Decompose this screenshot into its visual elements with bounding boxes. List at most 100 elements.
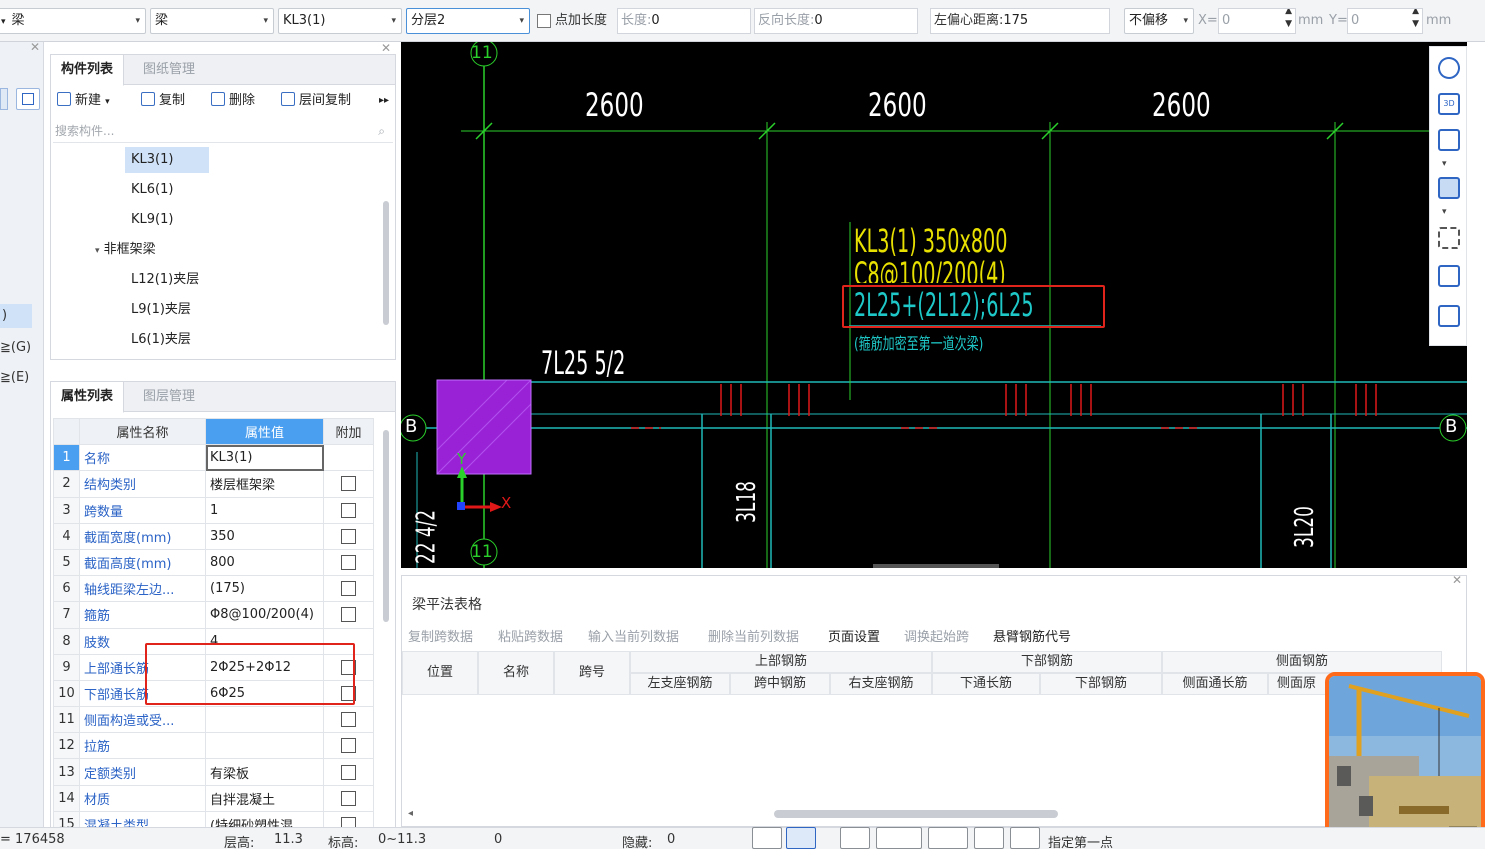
column-header-name[interactable]: 名称	[478, 651, 554, 695]
property-value[interactable]: Φ8@100/200(4)	[205, 601, 324, 629]
display-icon[interactable]	[974, 827, 1004, 849]
length-field[interactable]: 长度:0	[617, 8, 751, 34]
horizontal-scrollbar[interactable]	[774, 810, 1058, 818]
new-button[interactable]: 新建 ▾	[57, 89, 110, 113]
property-value[interactable]: 800	[205, 548, 324, 577]
copy-span-button[interactable]: 复制跨数据	[408, 626, 473, 645]
column-header-span[interactable]: 跨号	[554, 651, 630, 695]
list-view-icon[interactable]	[0, 88, 8, 110]
column-header-side-through[interactable]: 侧面通长筋	[1162, 673, 1268, 695]
tree-item[interactable]: L12(1)夹层	[125, 267, 205, 293]
detail-view-icon[interactable]	[16, 88, 40, 110]
left-offset-field[interactable]: 左偏心距离:175	[930, 8, 1110, 34]
reverse-length-field[interactable]: 反向长度:0	[754, 8, 918, 34]
extra-checkbox[interactable]	[341, 607, 356, 623]
property-row[interactable]: 3 跨数量 1	[53, 496, 374, 524]
property-row[interactable]: 11 侧面构造或受...	[53, 706, 374, 734]
tab-layer-management[interactable]: 图层管理	[133, 382, 205, 412]
snap-icon[interactable]	[786, 827, 816, 849]
property-row[interactable]: 1 名称 KL3(1)	[53, 444, 374, 472]
property-row[interactable]: 15 混凝土类型 (特细砂塑性混...	[53, 810, 374, 827]
arc-icon[interactable]	[1010, 827, 1040, 849]
solid-view-icon[interactable]	[1438, 177, 1460, 199]
property-value[interactable]: 1	[205, 496, 324, 524]
page-setup-button[interactable]: 页面设置	[828, 626, 880, 645]
fullscreen-icon[interactable]	[1438, 227, 1460, 249]
extra-checkbox[interactable]	[341, 712, 356, 728]
column-header-top-rebar[interactable]: 上部钢筋	[630, 651, 932, 673]
property-value[interactable]: 楼层框架梁	[205, 470, 324, 498]
extra-checkbox[interactable]	[341, 790, 356, 806]
property-value[interactable]	[205, 732, 324, 760]
properties-view-icon[interactable]	[1438, 305, 1460, 327]
tree-item[interactable]: KL6(1)	[125, 177, 179, 203]
property-row[interactable]: 14 材质 自拌混凝土	[53, 784, 374, 812]
property-row[interactable]: 2 结构类别 楼层框架梁	[53, 470, 374, 498]
ad-popup[interactable]: 广告	[1325, 672, 1485, 849]
offset-mode-select[interactable]: 不偏移 ▾	[1124, 8, 1194, 34]
orbit-icon[interactable]	[1434, 53, 1464, 83]
column-header-bottom-bar[interactable]: 下部钢筋	[1040, 673, 1162, 695]
box-view-icon[interactable]	[1438, 129, 1460, 151]
point-length-checkbox[interactable]	[537, 14, 551, 28]
left-nav-item[interactable]: )	[0, 304, 32, 328]
scrollbar[interactable]	[383, 430, 389, 622]
close-icon[interactable]: ✕	[381, 41, 391, 55]
column-header-left-support[interactable]: 左支座钢筋	[630, 673, 730, 695]
close-icon[interactable]: ✕	[1452, 573, 1462, 587]
property-value[interactable]: 有梁板	[205, 758, 324, 786]
search-input[interactable]: 搜索构件... ⌕	[53, 119, 393, 143]
property-value[interactable]: KL3(1)	[205, 444, 324, 472]
dimension-icon[interactable]	[928, 827, 968, 849]
tab-drawing-management[interactable]: 图纸管理	[133, 55, 205, 85]
extra-checkbox[interactable]	[341, 476, 356, 492]
x-input[interactable]: 0 ▲ ▼	[1218, 8, 1296, 34]
chevron-down-icon[interactable]: ▾	[1442, 207, 1447, 217]
column-header-position[interactable]: 位置	[402, 651, 478, 695]
cantilever-code-button[interactable]: 悬臂钢筋代号	[993, 626, 1071, 645]
left-nav-item[interactable]: ≧(E)	[0, 366, 29, 390]
extra-checkbox[interactable]	[341, 816, 356, 827]
tab-component-list[interactable]: 构件列表	[51, 55, 125, 86]
property-row[interactable]: 5 截面高度(mm) 800	[53, 548, 374, 577]
paste-span-button[interactable]: 粘贴跨数据	[498, 626, 563, 645]
ortho-icon[interactable]	[752, 827, 782, 849]
angle-icon[interactable]	[876, 827, 922, 849]
extra-checkbox[interactable]	[341, 502, 356, 518]
extra-checkbox[interactable]	[341, 528, 356, 544]
tree-item[interactable]: L6(1)夹层	[125, 327, 197, 353]
tree-item-kl3[interactable]: KL3(1)	[125, 147, 209, 173]
delete-column-button[interactable]: 删除当前列数据	[708, 626, 799, 645]
property-row[interactable]: 6 轴线距梁左边... (175)	[53, 575, 374, 603]
column-header-mid-span[interactable]: 跨中钢筋	[730, 673, 830, 695]
left-nav-item[interactable]: ≧(G)	[0, 336, 31, 360]
spinner-icon[interactable]: ▲ ▼	[1412, 9, 1419, 31]
chevron-down-icon[interactable]: ▾	[1442, 159, 1447, 169]
extra-checkbox[interactable]	[341, 738, 356, 754]
tree-group-nonframe[interactable]: ▾ 非框架梁	[89, 237, 162, 263]
floor-copy-button[interactable]: 层间复制	[281, 89, 351, 113]
scrollbar[interactable]	[383, 201, 389, 325]
swap-start-span-button[interactable]: 调换起始跨	[904, 626, 969, 645]
type-select[interactable]: 梁 ▾	[150, 8, 274, 34]
cross-icon[interactable]	[840, 827, 870, 849]
column-header-bottom-through[interactable]: 下通长筋	[932, 673, 1040, 695]
layer-select[interactable]: 分层2 ▾	[406, 8, 530, 34]
tab-property-list[interactable]: 属性列表	[51, 382, 125, 413]
property-row[interactable]: 13 定额类别 有梁板	[53, 758, 374, 786]
input-column-button[interactable]: 输入当前列数据	[588, 626, 679, 645]
scroll-left-icon[interactable]: ◂	[408, 808, 413, 819]
property-row[interactable]: 4 截面宽度(mm) 350	[53, 522, 374, 550]
y-input[interactable]: 0 ▲ ▼	[1347, 8, 1423, 34]
tree-item[interactable]: L9(1)夹层	[125, 297, 197, 323]
property-value[interactable]: 自拌混凝土	[205, 784, 324, 812]
canvas-splitter[interactable]	[873, 564, 999, 568]
tree-item[interactable]: KL9(1)	[125, 207, 179, 233]
extra-checkbox[interactable]	[341, 581, 356, 597]
more-icon[interactable]: ▸▸	[379, 89, 389, 113]
property-value[interactable]: 350	[205, 522, 324, 550]
category-select[interactable]: ▾ 梁 ▾	[0, 8, 146, 34]
property-row[interactable]: 12 拉筋	[53, 732, 374, 760]
component-select[interactable]: KL3(1) ▾	[278, 8, 402, 34]
cube-view-icon[interactable]	[1438, 265, 1460, 287]
